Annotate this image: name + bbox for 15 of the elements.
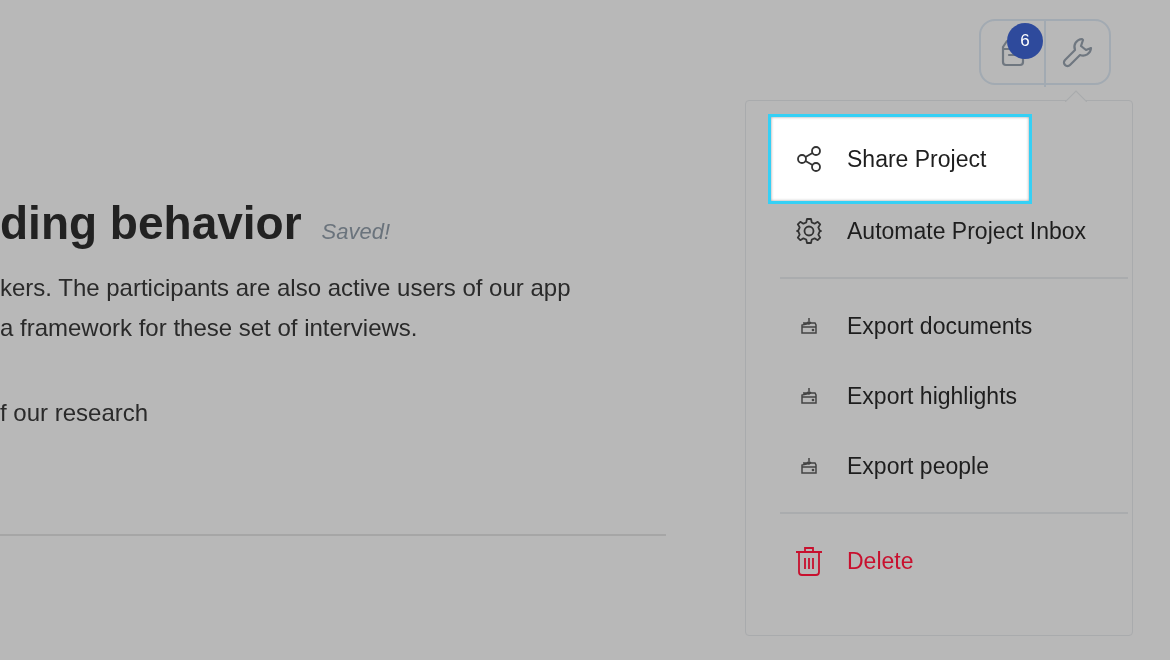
- settings-icon: [795, 217, 823, 245]
- save-status: Saved!: [321, 219, 391, 245]
- document-title: ding behavior: [0, 196, 302, 250]
- menu-item[interactable]: Share Project: [768, 114, 1032, 204]
- notification-badge: 6: [1007, 23, 1043, 59]
- menu-item[interactable]: Export highlights: [768, 361, 1118, 431]
- menu-item[interactable]: Export people: [768, 431, 1118, 501]
- share-icon: [795, 145, 823, 173]
- paragraph-text: a framework for these set of interviews.: [0, 313, 419, 343]
- inbox-button[interactable]: 6: [981, 21, 1044, 83]
- paragraph-text: f our research: [0, 398, 150, 428]
- paragraph-text: kers. The participants are also active users of our app: [0, 273, 572, 303]
- trash-icon: [795, 546, 823, 576]
- menu-item[interactable]: Export documents: [768, 291, 1118, 361]
- wrench-icon: [1060, 35, 1095, 69]
